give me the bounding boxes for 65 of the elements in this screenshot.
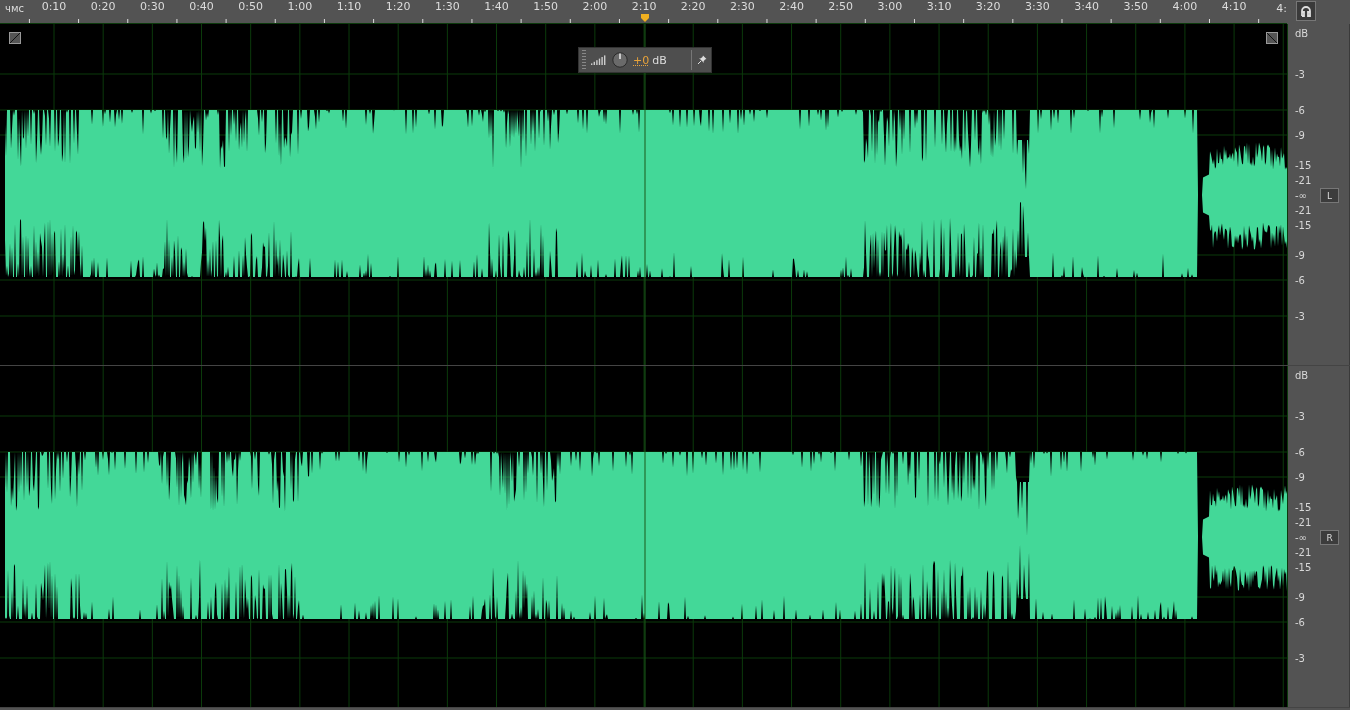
db-label: -15 bbox=[1295, 561, 1312, 573]
gain-value[interactable]: +0 bbox=[633, 53, 650, 67]
db-label: -9 bbox=[1295, 471, 1305, 483]
headphones-icon bbox=[1300, 5, 1312, 17]
time-label: 2:40 bbox=[779, 1, 804, 13]
db-label: -6 bbox=[1295, 446, 1305, 458]
db-label: -9 bbox=[1295, 249, 1305, 261]
time-label: 0:40 bbox=[189, 1, 214, 13]
db-label: -6 bbox=[1295, 274, 1305, 286]
db-label: -15 bbox=[1295, 159, 1312, 171]
time-label: 0:30 bbox=[140, 1, 165, 13]
playhead-marker-icon[interactable] bbox=[641, 14, 649, 22]
pin-icon[interactable] bbox=[697, 55, 707, 65]
time-label: 0:10 bbox=[41, 1, 67, 13]
db-label: -9 bbox=[1295, 591, 1305, 603]
diagonal-square-icon[interactable] bbox=[9, 32, 21, 44]
db-label: -21 bbox=[1295, 204, 1312, 216]
time-label: 1:10 bbox=[336, 1, 362, 13]
time-label: 3:00 bbox=[877, 1, 903, 13]
time-label: 2:10 bbox=[631, 1, 657, 13]
time-label: 1:20 bbox=[385, 1, 411, 13]
db-label: -3 bbox=[1295, 652, 1305, 664]
gain-unit: dB bbox=[652, 53, 667, 67]
db-label: -15 bbox=[1295, 219, 1312, 231]
db-label: -21 bbox=[1295, 174, 1312, 186]
diagonal-square-icon[interactable] bbox=[1266, 32, 1278, 44]
knob-icon[interactable] bbox=[612, 52, 628, 68]
time-label: 3:30 bbox=[1025, 1, 1050, 13]
signal-bars-icon bbox=[591, 55, 607, 65]
db-label: -∞ bbox=[1295, 531, 1307, 543]
channel-button[interactable]: L bbox=[1320, 188, 1340, 203]
db-label: -∞ bbox=[1295, 189, 1307, 201]
db-label: dB bbox=[1295, 369, 1309, 381]
db-label: -9 bbox=[1295, 129, 1305, 141]
time-label: 0:50 bbox=[238, 1, 263, 13]
grip-icon[interactable] bbox=[582, 50, 586, 70]
db-label: -15 bbox=[1295, 501, 1312, 513]
time-label: 4:00 bbox=[1172, 1, 1198, 13]
time-label: 1:30 bbox=[435, 1, 460, 13]
db-label: -3 bbox=[1295, 68, 1305, 80]
time-label: 1:50 bbox=[533, 1, 559, 13]
headphones-button[interactable] bbox=[1296, 1, 1316, 21]
time-ruler[interactable]: чмс 0:10 0:20 0:30 0:40 0:50 1:00 1:10 1:20 1:30 1:40 1:50 2:00 2:10 2:20 2:30 2:40 2:50 3:00 3:10 3:20 3:30 3:40 3:50 4:00 4:10 4: bbox=[0, 0, 1287, 24]
db-label: -3 bbox=[1295, 310, 1305, 322]
time-label: 2:30 bbox=[730, 1, 755, 13]
time-label: 1:40 bbox=[484, 1, 509, 13]
time-label: 0:20 bbox=[90, 1, 116, 13]
db-label: -6 bbox=[1295, 616, 1305, 628]
time-label: 2:50 bbox=[828, 1, 854, 13]
db-label: -3 bbox=[1295, 410, 1305, 422]
db-label: -21 bbox=[1295, 546, 1312, 558]
time-label: 3:50 bbox=[1123, 1, 1149, 13]
time-label: 4: bbox=[1276, 2, 1287, 15]
db-label: -21 bbox=[1295, 516, 1312, 528]
db-label: -6 bbox=[1295, 104, 1305, 116]
time-label: 3:10 bbox=[926, 1, 952, 13]
time-unit-label: чмс bbox=[5, 3, 24, 14]
time-label: 2:00 bbox=[582, 1, 608, 13]
db-label: dB bbox=[1295, 27, 1309, 39]
time-label: 1:00 bbox=[287, 1, 313, 13]
channel-button[interactable]: R bbox=[1320, 530, 1340, 545]
time-label: 4:10 bbox=[1221, 1, 1247, 13]
time-label: 3:40 bbox=[1074, 1, 1099, 13]
time-label: 3:20 bbox=[975, 1, 1001, 13]
time-label: 2:20 bbox=[680, 1, 706, 13]
